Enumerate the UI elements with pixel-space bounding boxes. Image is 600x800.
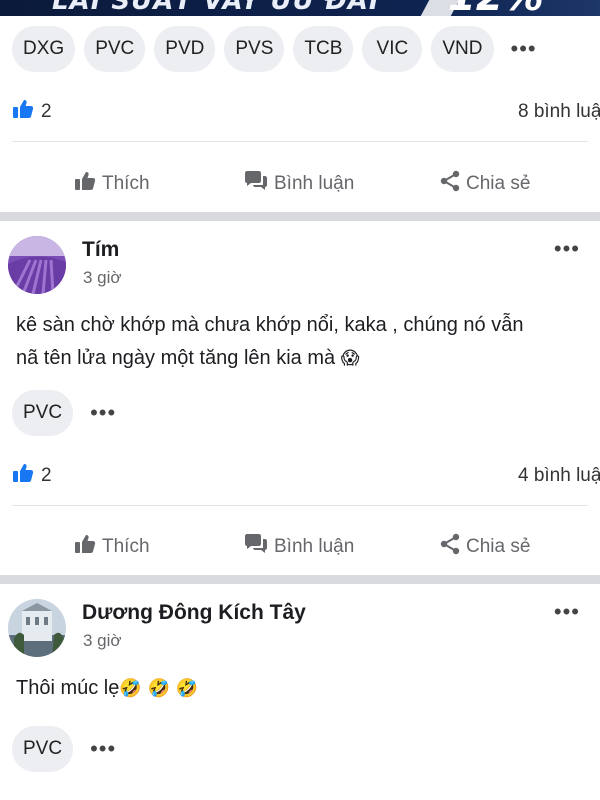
ticker-tag-list: DXG PVC PVD PVS TCB VIC VND ••• [0,26,600,72]
comment-button[interactable]: Bình luận [244,534,354,560]
author-name[interactable]: Tím [82,238,119,262]
thumbs-up-icon [12,99,34,125]
ticker-tag[interactable]: PVC [12,390,74,436]
share-button-label: Chia sẻ [466,536,531,557]
more-tags-button[interactable]: ••• [82,390,124,436]
post-text-line: Thôi múc lẹ [16,677,120,699]
share-button[interactable]: Chia sẻ [440,533,530,561]
post-text-line-2: nã tên lửa ngày một tăng lên kia mà 😱 [16,342,586,375]
post-actions: Thích Bình luận Chia sẻ [0,527,600,567]
more-tags-button[interactable]: ••• [82,726,124,772]
laughing-emoji: 🤣 🤣 🤣 [119,678,199,699]
post-text-line: nã tên lửa ngày một tăng lên kia mà [16,347,336,369]
divider [12,141,588,142]
like-count-text: 2 [41,101,52,122]
thumbs-up-icon [12,463,34,489]
post-text-line-wrap: Thôi múc lẹ🤣 🤣 🤣 [16,672,586,705]
post-time[interactable]: 3 giờ [83,631,122,651]
comment-icon [244,171,268,197]
comment-button-label: Bình luận [274,536,355,557]
share-icon [440,170,460,198]
thumbs-up-icon [74,171,96,197]
scream-emoji: 😱 [340,348,360,369]
ticker-tag[interactable]: VIC [362,26,423,72]
comment-button-label: Bình luận [274,173,355,194]
ticker-tag[interactable]: PVC [84,26,146,72]
ticker-tag[interactable]: TCB [293,26,354,72]
banner-text: LÃI SUẤT VAY ƯU ĐÃI [52,0,380,16]
ticker-tag[interactable]: VND [431,26,494,72]
banner-rate: 12% [448,0,544,16]
comment-icon [244,534,268,560]
more-tags-button[interactable]: ••• [503,26,545,72]
like-button-label: Thích [102,536,150,557]
post-stats: 2 4 bình luận [0,461,600,491]
post-separator [0,575,600,584]
post-stats: 2 8 bình luận [0,97,600,127]
post-time[interactable]: 3 giờ [83,268,122,288]
author-name[interactable]: Dương Đông Kích Tây [82,601,306,625]
like-count[interactable]: 2 [12,463,52,489]
comment-button[interactable]: Bình luận [244,171,354,197]
thumbs-up-icon [74,534,96,560]
share-button[interactable]: Chia sẻ [440,170,530,198]
avatar[interactable] [8,236,66,294]
ticker-tag[interactable]: PVD [154,26,216,72]
like-button[interactable]: Thích [74,171,150,197]
ticker-tag[interactable]: PVC [12,726,74,772]
share-button-label: Chia sẻ [466,173,531,194]
divider [12,505,588,506]
post-body: kê sàn chờ khớp mà chưa khớp nổi, kaka ,… [16,309,586,375]
ticker-tag[interactable]: PVS [224,26,285,72]
comment-count[interactable]: 4 bình luận [518,465,600,487]
post-actions: Thích Bình luận Chia sẻ [0,164,600,204]
post-text-line: kê sàn chờ khớp mà chưa khớp nổi, kaka ,… [16,314,524,336]
post-menu-button[interactable]: ••• [554,236,580,262]
ticker-tag[interactable]: DXG [12,26,76,72]
like-count-text: 2 [41,465,52,486]
ticker-tag-list: PVC ••• [0,726,600,772]
comment-count[interactable]: 8 bình luận [518,101,600,123]
share-icon [440,533,460,561]
like-count[interactable]: 2 [12,99,52,125]
like-button[interactable]: Thích [74,534,150,560]
post-body: Thôi múc lẹ🤣 🤣 🤣 [16,672,586,705]
post-menu-button[interactable]: ••• [554,599,580,625]
like-button-label: Thích [102,173,150,194]
promo-banner[interactable]: LÃI SUẤT VAY ƯU ĐÃI 12% [0,0,600,16]
post-separator [0,212,600,221]
ticker-tag-list: PVC ••• [0,390,600,436]
avatar[interactable] [8,599,66,657]
